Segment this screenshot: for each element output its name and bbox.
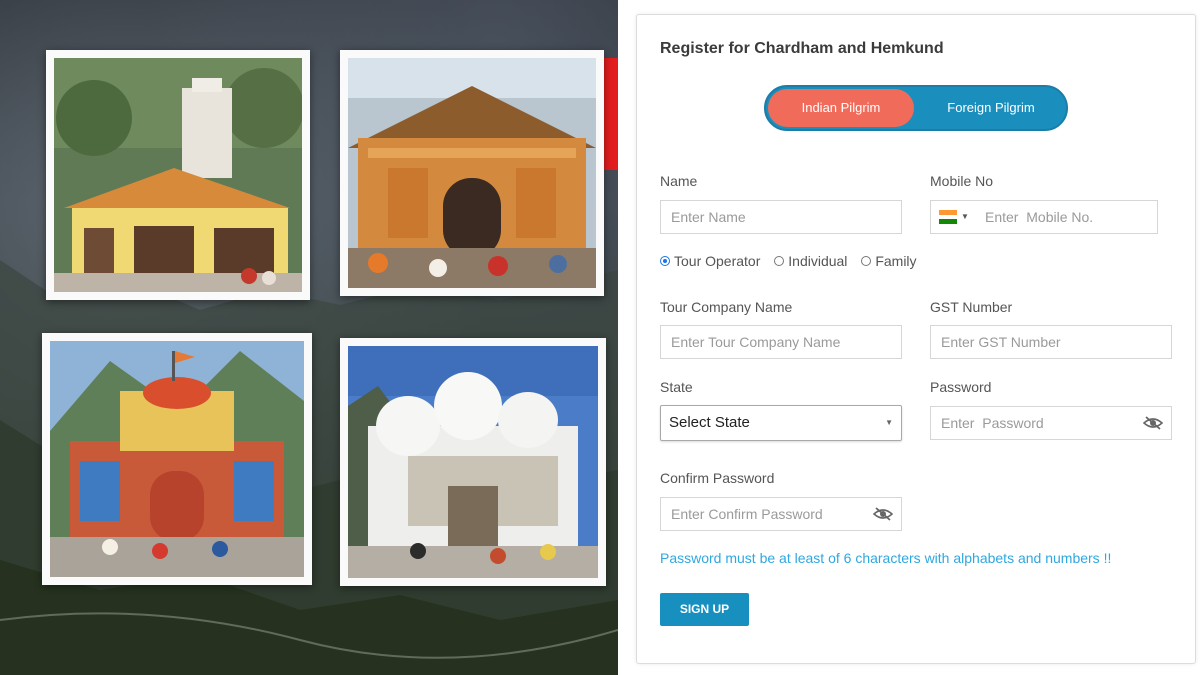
foreign-pilgrim-tab[interactable]: Foreign Pilgrim (916, 89, 1066, 127)
radio-label: Tour Operator (674, 253, 761, 269)
password-field-box (930, 406, 1172, 440)
state-label: State (660, 379, 693, 395)
photo-collage-panel (0, 0, 618, 675)
gst-label: GST Number (930, 299, 1013, 315)
temple-image-4 (348, 346, 598, 578)
form-title: Register for Chardham and Hemkund (660, 40, 944, 57)
signup-button[interactable]: SIGN UP (660, 593, 749, 626)
red-accent-strip (604, 58, 618, 170)
state-select-value: Select State (669, 414, 750, 431)
company-field-box (660, 325, 902, 359)
confirm-password-label: Confirm Password (660, 470, 775, 486)
temple-photo-4 (340, 338, 606, 586)
name-input[interactable] (671, 202, 867, 232)
mobile-input[interactable] (985, 202, 1132, 232)
temple-image-1 (54, 58, 302, 292)
confirm-password-input[interactable] (671, 499, 867, 529)
registration-form-card: Register for Chardham and Hemkund Indian… (636, 14, 1196, 664)
password-input[interactable] (941, 408, 1137, 438)
country-dropdown-icon[interactable]: ▼ (961, 201, 969, 233)
company-label: Tour Company Name (660, 299, 793, 315)
chevron-down-icon: ▼ (885, 418, 893, 427)
radio-unselected-icon[interactable] (774, 256, 785, 266)
radio-label: Family (875, 253, 917, 269)
temple-photo-1 (46, 50, 310, 300)
mobile-field-box: ▼ (930, 200, 1158, 234)
india-flag-icon[interactable] (939, 210, 957, 224)
temple-photo-2 (340, 50, 604, 296)
mobile-label: Mobile No (930, 173, 994, 189)
gst-field-box (930, 325, 1172, 359)
gst-input[interactable] (941, 327, 1137, 357)
pilgrim-type-toggle: Indian Pilgrim Foreign Pilgrim (764, 85, 1068, 131)
radio-family[interactable]: Family (861, 253, 917, 269)
state-select[interactable]: Select State ▼ (660, 405, 902, 441)
indian-pilgrim-tab[interactable]: Indian Pilgrim (768, 89, 914, 127)
radio-unselected-icon[interactable] (861, 256, 872, 266)
radio-selected-icon[interactable] (660, 256, 670, 266)
password-hint-text: Password must be at least of 6 character… (660, 550, 1112, 566)
confirm-password-field-box (660, 497, 902, 531)
temple-photo-3 (42, 333, 312, 585)
password-label: Password (930, 379, 992, 395)
radio-tour-operator[interactable]: Tour Operator (660, 253, 760, 269)
registration-type-radio-group: Tour Operator Individual Family (660, 253, 927, 269)
eye-slash-icon[interactable] (1143, 415, 1163, 431)
eye-slash-icon[interactable] (873, 506, 893, 522)
name-label: Name (660, 173, 698, 189)
temple-image-3 (50, 341, 304, 577)
name-field-box (660, 200, 902, 234)
radio-label: Individual (788, 253, 848, 269)
company-input[interactable] (671, 327, 867, 357)
temple-image-2 (348, 58, 596, 288)
radio-individual[interactable]: Individual (774, 253, 847, 269)
